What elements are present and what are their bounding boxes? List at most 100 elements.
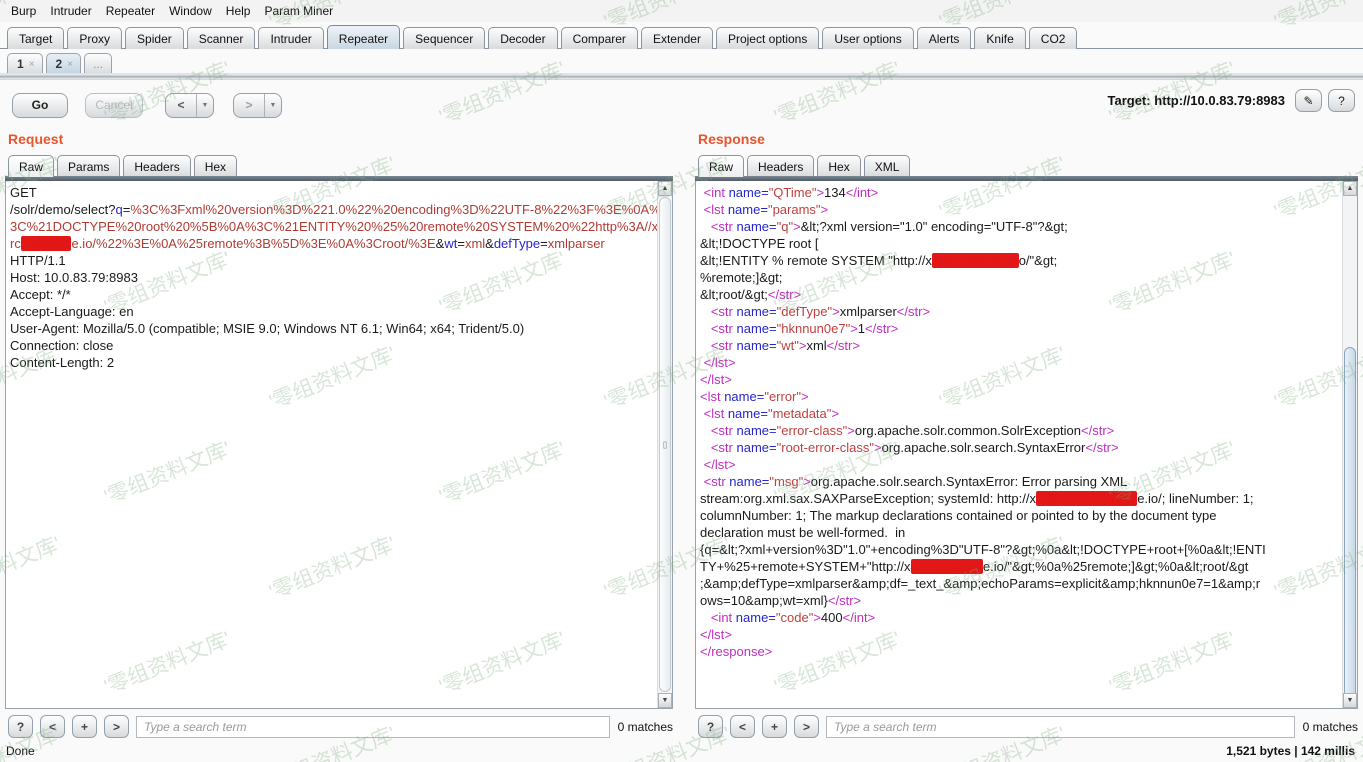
request-editor[interactable]: GET/solr/demo/select?q=%3C%3Fxml%20versi… bbox=[5, 181, 673, 709]
code-segment: </str> bbox=[767, 287, 802, 302]
request-line: /solr/demo/select?q=%3C%3Fxml%20version%… bbox=[10, 201, 661, 218]
tab-decoder[interactable]: Decoder bbox=[488, 27, 558, 49]
tab-proxy[interactable]: Proxy bbox=[67, 27, 123, 49]
status-message: Done bbox=[6, 743, 35, 758]
code-segment: = bbox=[540, 236, 548, 251]
tab-comparer[interactable]: Comparer bbox=[560, 27, 638, 49]
go-button[interactable]: Go bbox=[12, 92, 68, 118]
next-request-label[interactable]: > bbox=[234, 94, 264, 117]
repeater-tab-item[interactable]: ... bbox=[84, 53, 113, 73]
request-scrollbar-thumb[interactable] bbox=[659, 197, 671, 692]
code-segment: </lst> bbox=[700, 627, 732, 642]
response-tab-xml[interactable]: XML bbox=[863, 155, 911, 177]
search-next-button[interactable]: > bbox=[794, 715, 819, 738]
request-match-count: 0 matches bbox=[617, 719, 673, 734]
scroll-up-icon[interactable]: ▲ bbox=[658, 181, 672, 196]
tab-scanner[interactable]: Scanner bbox=[186, 27, 256, 49]
edit-target-button[interactable]: ✎ bbox=[1295, 89, 1322, 112]
scroll-down-icon[interactable]: ▼ bbox=[1343, 693, 1357, 708]
menu-item-repeater[interactable]: Repeater bbox=[99, 1, 162, 21]
main-tab-bar: Target Proxy Spider Scanner Intruder Repeater… bbox=[0, 22, 1363, 49]
close-tab-icon[interactable]: × bbox=[29, 59, 35, 70]
close-tab-icon[interactable]: × bbox=[67, 59, 73, 70]
request-tab-headers[interactable]: Headers bbox=[123, 155, 191, 177]
search-help-button[interactable]: ? bbox=[698, 715, 723, 738]
search-next-button[interactable]: > bbox=[104, 715, 129, 738]
search-add-button[interactable]: + bbox=[762, 715, 787, 738]
tab-extender[interactable]: Extender bbox=[640, 27, 713, 49]
search-prev-button[interactable]: < bbox=[40, 715, 65, 738]
code-segment: <int bbox=[710, 610, 733, 625]
response-search-input[interactable] bbox=[826, 715, 1295, 738]
request-tab-params[interactable]: Params bbox=[57, 155, 121, 177]
request-tab-hex[interactable]: Hex bbox=[193, 155, 238, 177]
code-segment: > bbox=[832, 304, 840, 319]
response-line: <int name="code">400</int> bbox=[700, 609, 1337, 626]
response-line: columnNumber: 1; The markup declarations… bbox=[700, 507, 1337, 524]
scroll-down-icon[interactable]: ▼ bbox=[658, 693, 672, 708]
request-title: Request bbox=[8, 131, 64, 147]
menu-item-param-miner[interactable]: Param Miner bbox=[257, 1, 340, 21]
help-button[interactable]: ? bbox=[1328, 89, 1355, 112]
repeater-tab-label: ... bbox=[93, 57, 104, 71]
scroll-up-icon[interactable]: ▲ bbox=[1343, 181, 1357, 196]
target-zone: Target: http://10.0.83.79:8983 ✎ ? bbox=[1108, 89, 1355, 112]
next-request-button[interactable]: > ▼ bbox=[233, 92, 282, 118]
tab-project-options[interactable]: Project options bbox=[715, 27, 820, 49]
response-scrollbar-thumb[interactable] bbox=[1344, 347, 1356, 701]
code-segment: 1 bbox=[857, 321, 866, 336]
response-line: </lst> bbox=[700, 371, 1337, 388]
response-line: <int name="QTime">134</int> bbox=[700, 184, 1337, 201]
code-segment: User-Agent: Mozilla/5.0 (compatible; MSI… bbox=[10, 321, 525, 336]
response-tab-headers[interactable]: Headers bbox=[747, 155, 815, 177]
request-line: Accept: */* bbox=[10, 286, 652, 303]
menu-item-burp[interactable]: Burp bbox=[4, 1, 43, 21]
response-line: stream:org.xml.sax.SAXParseException; sy… bbox=[700, 490, 1337, 507]
tab-spider[interactable]: Spider bbox=[125, 27, 184, 49]
repeater-tab-2[interactable]: 2 × bbox=[45, 53, 82, 73]
horizontal-divider bbox=[0, 73, 1363, 80]
code-segment: org.apache.solr.search.SyntaxError: Erro… bbox=[810, 474, 1128, 489]
menu-item-window[interactable]: Window bbox=[162, 1, 219, 21]
code-segment: "hknnun0e7" bbox=[776, 321, 851, 336]
request-scrollbar[interactable]: ▲ ▼ bbox=[657, 181, 672, 708]
repeater-tab-1[interactable]: 1 × bbox=[7, 53, 43, 73]
response-viewer[interactable]: <int name="QTime">134</int> <lst name="p… bbox=[695, 181, 1358, 709]
tab-user-options[interactable]: User options bbox=[822, 27, 914, 49]
code-segment: name= bbox=[732, 321, 777, 336]
tab-alerts[interactable]: Alerts bbox=[916, 27, 972, 49]
tab-repeater[interactable]: Repeater bbox=[326, 25, 401, 49]
code-segment: <str bbox=[710, 338, 733, 353]
status-bar: Done 1,521 bytes | 142 millis bbox=[0, 742, 1363, 762]
tab-sequencer[interactable]: Sequencer bbox=[403, 27, 486, 49]
response-line: </lst> bbox=[700, 626, 1337, 643]
request-search-input[interactable] bbox=[136, 715, 610, 738]
prev-request-dropdown-icon[interactable]: ▼ bbox=[196, 93, 213, 117]
search-add-button[interactable]: + bbox=[72, 715, 97, 738]
cancel-button[interactable]: Cancel bbox=[85, 92, 143, 118]
search-help-button[interactable]: ? bbox=[8, 715, 33, 738]
menu-item-help[interactable]: Help bbox=[219, 1, 258, 21]
response-tab-raw[interactable]: Raw bbox=[698, 155, 745, 177]
prev-request-label[interactable]: < bbox=[166, 94, 196, 117]
prev-request-button[interactable]: < ▼ bbox=[165, 92, 214, 118]
code-segment: <str bbox=[710, 440, 733, 455]
tab-knife[interactable]: Knife bbox=[974, 27, 1026, 49]
menu-item-intruder[interactable]: Intruder bbox=[43, 1, 98, 21]
response-tab-hex[interactable]: Hex bbox=[817, 155, 861, 177]
request-tab-underline bbox=[5, 176, 673, 181]
request-tab-raw[interactable]: Raw bbox=[8, 155, 55, 177]
tab-target[interactable]: Target bbox=[7, 27, 65, 49]
tab-intruder[interactable]: Intruder bbox=[258, 27, 324, 49]
next-request-dropdown-icon[interactable]: ▼ bbox=[264, 93, 281, 117]
tab-co2[interactable]: CO2 bbox=[1028, 27, 1078, 49]
code-segment: > bbox=[803, 474, 811, 489]
code-segment: xmlparser bbox=[839, 304, 897, 319]
response-scrollbar[interactable]: ▲ ▼ bbox=[1342, 181, 1357, 708]
code-segment: </int> bbox=[842, 610, 876, 625]
code-segment: HTTP/1.1 bbox=[10, 253, 66, 268]
search-prev-button[interactable]: < bbox=[730, 715, 755, 738]
